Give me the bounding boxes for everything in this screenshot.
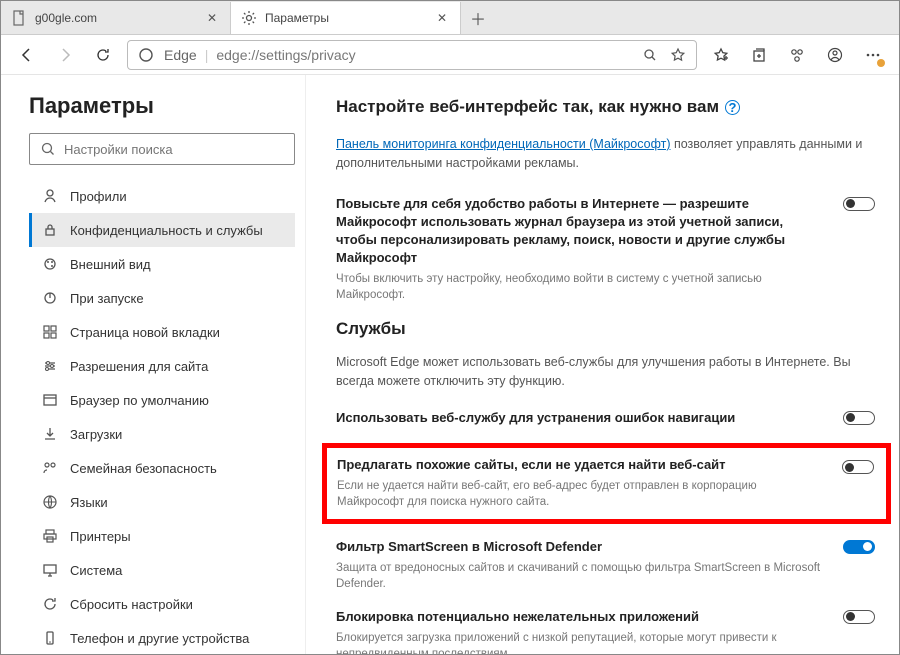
tab-title: g00gle.com [35, 11, 196, 25]
sidebar-item-11[interactable]: Система [29, 553, 295, 587]
sidebar-item-7[interactable]: Загрузки [29, 417, 295, 451]
sidebar-label: Профили [70, 189, 127, 204]
gear-icon [241, 10, 257, 26]
sidebar-label: Принтеры [70, 529, 131, 544]
sidebar-item-9[interactable]: Языки [29, 485, 295, 519]
block-title: Блокировка потенциально нежелательных пр… [336, 608, 821, 626]
sidebar-item-10[interactable]: Принтеры [29, 519, 295, 553]
toggle-personalize[interactable] [843, 197, 875, 211]
pua-block: Блокировка потенциально нежелательных пр… [336, 608, 881, 654]
printer-icon [42, 528, 58, 544]
sidebar-item-6[interactable]: Браузер по умолчанию [29, 383, 295, 417]
family-icon [42, 460, 58, 476]
block-desc: Защита от вредоносных сайтов и скачивани… [336, 560, 821, 592]
sidebar-item-3[interactable]: При запуске [29, 281, 295, 315]
block-title: Использовать веб-службу для устранения о… [336, 409, 821, 427]
url-text: edge://settings/privacy [216, 47, 632, 63]
new-tab-button[interactable]: ＋ [461, 2, 495, 34]
address-bar[interactable]: Edge | edge://settings/privacy [127, 40, 697, 70]
monitor-icon [42, 562, 58, 578]
sidebar-item-8[interactable]: Семейная безопасность [29, 451, 295, 485]
separator: | [205, 47, 209, 63]
sidebar-item-4[interactable]: Страница новой вкладки [29, 315, 295, 349]
profile-icon[interactable] [821, 41, 849, 69]
sidebar-item-0[interactable]: Профили [29, 179, 295, 213]
toggle-pua[interactable] [843, 610, 875, 624]
phone-icon [42, 630, 58, 646]
block-desc: Блокируется загрузка приложений с низкой… [336, 630, 821, 654]
sidebar-label: Система [70, 563, 122, 578]
tab-bar: g00gle.com ✕ Параметры ✕ ＋ [1, 1, 899, 35]
privacy-dashboard-link[interactable]: Панель мониторинга конфиденциальности (М… [336, 137, 671, 151]
power-icon [42, 290, 58, 306]
toggle-smartscreen[interactable] [843, 540, 875, 554]
forward-button[interactable] [51, 41, 79, 69]
block-title: Предлагать похожие сайты, если не удаетс… [337, 456, 826, 474]
window-icon [42, 392, 58, 408]
favorites-icon[interactable] [707, 41, 735, 69]
tab-1[interactable]: g00gle.com ✕ [1, 2, 231, 34]
page-heading: Настройте веб-интерфейс так, как нужно в… [336, 97, 881, 117]
block-title: Фильтр SmartScreen в Microsoft Defender [336, 538, 821, 556]
toggle-nav-errors[interactable] [843, 411, 875, 425]
nav-errors-block: Использовать веб-службу для устранения о… [336, 409, 881, 427]
search-icon [40, 141, 56, 157]
settings-search[interactable] [29, 133, 295, 165]
download-icon [42, 426, 58, 442]
sidebar-label: Внешний вид [70, 257, 151, 272]
lock-icon [42, 222, 58, 238]
sidebar-label: Браузер по умолчанию [70, 393, 209, 408]
sidebar-title: Параметры [29, 93, 295, 119]
sidebar-label: Семейная безопасность [70, 461, 217, 476]
more-icon[interactable] [859, 41, 887, 69]
star-icon[interactable] [668, 47, 688, 63]
smartscreen-block: Фильтр SmartScreen в Microsoft Defender … [336, 538, 881, 592]
collections-icon[interactable] [745, 41, 773, 69]
block-desc: Если не удается найти веб-сайт, его веб-… [337, 478, 826, 510]
share-icon[interactable] [783, 41, 811, 69]
sidebar-label: Конфиденциальность и службы [70, 223, 263, 238]
sidebar-item-13[interactable]: Телефон и другие устройства [29, 621, 295, 654]
sidebar-label: При запуске [70, 291, 144, 306]
toggle-similar-sites[interactable] [842, 460, 874, 474]
sidebar-label: Страница новой вкладки [70, 325, 220, 340]
sidebar-item-1[interactable]: Конфиденциальность и службы [29, 213, 295, 247]
sidebar-label: Загрузки [70, 427, 122, 442]
settings-main: Настройте веб-интерфейс так, как нужно в… [306, 75, 899, 654]
intro-text: Панель мониторинга конфиденциальности (М… [336, 135, 881, 173]
block-desc: Чтобы включить эту настройку, необходимо… [336, 271, 821, 303]
sidebar-item-12[interactable]: Сбросить настройки [29, 587, 295, 621]
sliders-icon [42, 358, 58, 374]
settings-sidebar: Параметры Профили Конфиденциальность и сл… [1, 75, 306, 654]
grid-icon [42, 324, 58, 340]
sidebar-label: Разрешения для сайта [70, 359, 208, 374]
block-title: Повысьте для себя удобство работы в Инте… [336, 195, 821, 268]
sidebar-label: Телефон и другие устройства [70, 631, 249, 646]
back-button[interactable] [13, 41, 41, 69]
services-heading: Службы [336, 319, 881, 339]
search-input[interactable] [64, 142, 284, 157]
sidebar-item-2[interactable]: Внешний вид [29, 247, 295, 281]
document-icon [11, 10, 27, 26]
user-icon [42, 188, 58, 204]
tab-2[interactable]: Параметры ✕ [231, 2, 461, 34]
refresh-button[interactable] [89, 41, 117, 69]
sidebar-item-5[interactable]: Разрешения для сайта [29, 349, 295, 383]
tab-title: Параметры [265, 11, 426, 25]
toolbar: Edge | edge://settings/privacy [1, 35, 899, 75]
services-desc: Microsoft Edge может использовать веб-сл… [336, 353, 881, 391]
close-icon[interactable]: ✕ [204, 10, 220, 26]
globe-icon [42, 494, 58, 510]
zoom-icon[interactable] [640, 47, 660, 63]
personalize-block: Повысьте для себя удобство работы в Инте… [336, 195, 881, 304]
close-icon[interactable]: ✕ [434, 10, 450, 26]
help-icon[interactable]: ? [725, 100, 740, 115]
url-prefix: Edge [164, 47, 197, 63]
paint-icon [42, 256, 58, 272]
similar-sites-block: Предлагать похожие сайты, если не удаетс… [322, 443, 891, 523]
reset-icon [42, 596, 58, 612]
sidebar-label: Сбросить настройки [70, 597, 193, 612]
sidebar-label: Языки [70, 495, 108, 510]
edge-icon [136, 47, 156, 63]
